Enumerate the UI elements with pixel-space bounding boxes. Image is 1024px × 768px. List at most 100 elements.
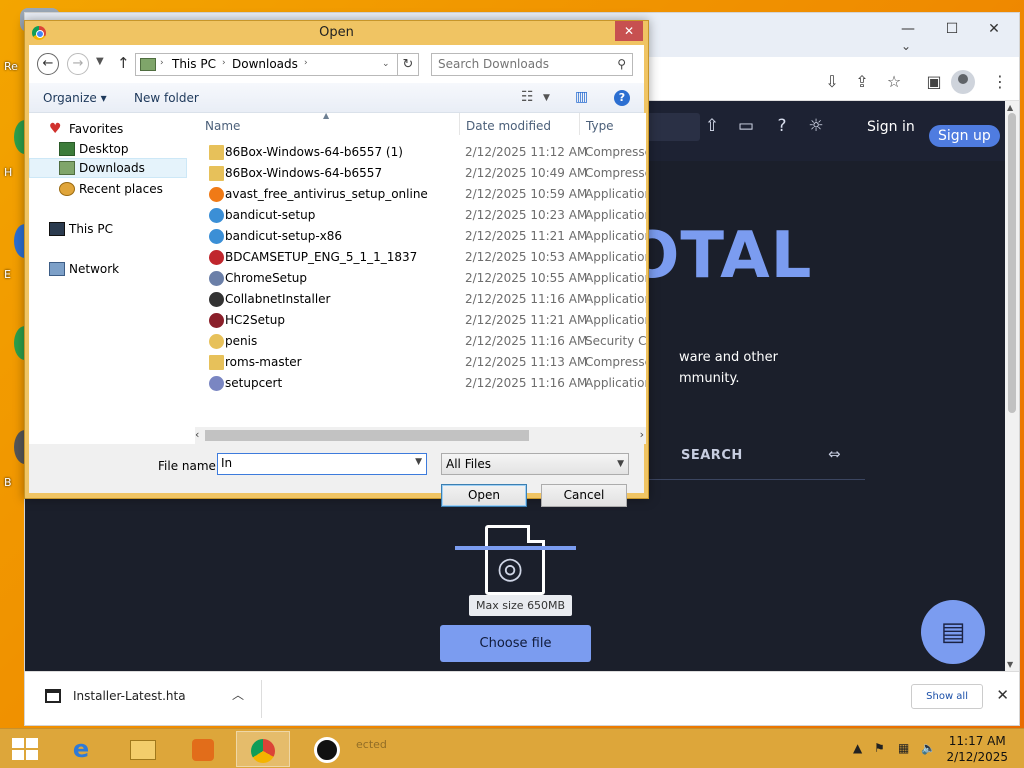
network-tray-icon[interactable]: ▦ bbox=[898, 741, 909, 755]
horizontal-scrollbar[interactable]: ‹ › bbox=[195, 427, 646, 444]
share-icon[interactable]: ⇪ bbox=[851, 71, 873, 93]
action-center-flag-icon[interactable]: ⚑ bbox=[874, 741, 885, 755]
chrome-taskbar-icon[interactable] bbox=[236, 731, 290, 767]
view-chevron-down-icon[interactable]: ▼ bbox=[543, 93, 550, 103]
windows-start-icon[interactable] bbox=[12, 738, 38, 760]
column-separator[interactable] bbox=[579, 113, 580, 135]
close-icon[interactable]: ✕ bbox=[996, 686, 1009, 704]
side-panel-icon[interactable]: ▣ bbox=[923, 71, 945, 93]
file-explorer-icon[interactable] bbox=[116, 731, 170, 767]
tab-search-chevron-icon[interactable]: ⌄ bbox=[901, 39, 911, 53]
nav-this-pc[interactable]: This PC bbox=[29, 219, 187, 239]
up-arrow-icon[interactable]: ↑ bbox=[117, 54, 130, 72]
recent-locations-chevron-icon[interactable]: ▼ bbox=[96, 56, 104, 67]
scroll-left-icon[interactable]: ‹ bbox=[195, 428, 199, 441]
system-clock[interactable]: 11:17 AM 2/12/2025 bbox=[946, 733, 1008, 765]
theme-sun-icon[interactable]: ☼ bbox=[805, 115, 827, 137]
choose-file-button[interactable]: Choose file bbox=[440, 625, 591, 662]
dialog-titlebar[interactable]: Open ✕ bbox=[25, 21, 648, 45]
file-row[interactable]: CollabnetInstaller 2/12/2025 11:16 AM Appl… bbox=[199, 289, 646, 310]
media-player-icon[interactable] bbox=[176, 731, 230, 767]
file-row[interactable]: penis 2/12/2025 11:16 AMSecurity Ce bbox=[199, 331, 646, 352]
file-date: 2/12/2025 10:49 AM bbox=[465, 166, 588, 180]
download-file-name[interactable]: Installer-Latest.hta bbox=[73, 689, 186, 703]
file-name-input[interactable] bbox=[221, 456, 401, 470]
file-row[interactable]: setupcert 2/12/2025 11:16 AM Application bbox=[199, 373, 646, 394]
file-date: 2/12/2025 11:21 AM bbox=[465, 313, 588, 327]
chat-notification-icon[interactable]: ▭ bbox=[735, 115, 757, 137]
column-header-date[interactable]: Date modified bbox=[466, 119, 551, 133]
file-row[interactable]: bandicut-setup 2/12/2025 10:23 AM Applicat… bbox=[199, 205, 646, 226]
file-row[interactable]: BDCAMSETUP_ENG_5_1_1_1837 2/12/2025 10:53… bbox=[199, 247, 646, 268]
upload-icon[interactable]: ⇧ bbox=[701, 115, 723, 137]
new-folder-button[interactable]: New folder bbox=[134, 91, 199, 105]
chevron-up-icon[interactable]: ︿ bbox=[232, 686, 244, 703]
breadcrumb-separator[interactable]: › bbox=[304, 58, 308, 68]
breadcrumb-this-pc[interactable]: This PC bbox=[172, 57, 216, 71]
maximize-button[interactable]: ☐ bbox=[937, 21, 967, 37]
show-hidden-icons-chevron-icon[interactable]: ▲ bbox=[853, 741, 862, 755]
column-header-type[interactable]: Type bbox=[586, 119, 614, 133]
help-icon[interactable]: ? bbox=[614, 90, 630, 106]
minimize-button[interactable]: — bbox=[893, 21, 923, 37]
back-arrow-icon[interactable]: ← bbox=[37, 53, 59, 75]
chrome-menu-icon[interactable]: ⋮ bbox=[989, 71, 1011, 93]
sign-in-link[interactable]: Sign in bbox=[867, 119, 915, 135]
setup-icon bbox=[209, 376, 224, 391]
show-all-button[interactable]: Show all bbox=[911, 684, 983, 709]
file-name-chevron-down-icon[interactable]: ▼ bbox=[415, 457, 422, 467]
file-type: Compressed bbox=[585, 166, 646, 180]
nav-recent-places[interactable]: Recent places bbox=[29, 179, 187, 199]
recorder-icon[interactable] bbox=[300, 731, 354, 767]
scrollbar-thumb[interactable] bbox=[205, 430, 529, 441]
breadcrumb-separator[interactable]: › bbox=[222, 58, 226, 68]
nav-desktop[interactable]: Desktop bbox=[29, 139, 187, 159]
volume-muted-icon[interactable]: 🔈 bbox=[921, 741, 936, 755]
scrollbar-thumb[interactable] bbox=[1008, 113, 1016, 413]
search-input[interactable] bbox=[438, 57, 608, 71]
close-button[interactable]: ✕ bbox=[979, 21, 1009, 37]
chat-icon[interactable]: ▤ bbox=[921, 600, 985, 664]
nav-downloads[interactable]: Downloads bbox=[29, 158, 187, 178]
open-button[interactable]: Open bbox=[441, 484, 527, 507]
file-row[interactable]: ChromeSetup 2/12/2025 10:55 AM Application bbox=[199, 268, 646, 289]
scroll-down-icon[interactable]: ▼ bbox=[1007, 660, 1013, 669]
view-options-icon[interactable]: ☷ bbox=[521, 89, 534, 105]
forward-arrow-icon[interactable]: → bbox=[67, 53, 89, 75]
install-app-icon[interactable]: ⇩ bbox=[821, 71, 843, 93]
file-name-combo[interactable]: ▼ bbox=[217, 453, 427, 475]
nav-network[interactable]: Network bbox=[29, 259, 187, 279]
file-row[interactable]: 86Box-Windows-64-b6557 2/12/2025 10:49 AM… bbox=[199, 163, 646, 184]
help-icon[interactable]: ? bbox=[771, 115, 793, 137]
scroll-up-icon[interactable]: ▲ bbox=[1007, 103, 1013, 112]
file-row[interactable]: bandicut-setup-x86 2/12/2025 11:21 AM Appl… bbox=[199, 226, 646, 247]
tab-search[interactable]: SEARCH bbox=[681, 448, 743, 463]
profile-avatar-icon[interactable] bbox=[951, 70, 975, 94]
preview-pane-icon[interactable]: ▥ bbox=[575, 89, 588, 105]
scroll-right-icon[interactable]: › bbox=[640, 428, 644, 441]
file-type-select[interactable]: All Files ▼ bbox=[441, 453, 629, 475]
file-row[interactable]: roms-master 2/12/2025 11:13 AMCompressed bbox=[199, 352, 646, 373]
sign-up-button[interactable]: Sign up bbox=[929, 125, 1000, 147]
dialog-close-button[interactable]: ✕ bbox=[615, 21, 643, 41]
column-separator[interactable] bbox=[459, 113, 460, 135]
bdcam-icon bbox=[209, 250, 224, 265]
organize-menu[interactable]: Organize ▾ bbox=[43, 91, 107, 105]
cancel-button[interactable]: Cancel bbox=[541, 484, 627, 507]
column-header-name[interactable]: Name bbox=[205, 119, 240, 133]
address-history-chevron-icon[interactable]: ⌄ bbox=[382, 59, 390, 69]
refresh-icon[interactable]: ↻ bbox=[397, 53, 419, 76]
file-type-chevron-down-icon[interactable]: ▼ bbox=[617, 454, 624, 474]
nav-favorites[interactable]: ♥ Favorites bbox=[29, 119, 187, 139]
bookmark-star-icon[interactable]: ☆ bbox=[883, 71, 905, 93]
tab-other-icon[interactable]: ⇔ bbox=[828, 445, 841, 463]
address-bar[interactable]: › This PC › Downloads › ⌄ bbox=[135, 53, 419, 76]
internet-explorer-icon[interactable]: e bbox=[54, 731, 108, 767]
file-row[interactable]: avast_free_antivirus_setup_online 2/12/20… bbox=[199, 184, 646, 205]
breadcrumb-downloads[interactable]: Downloads bbox=[232, 57, 298, 71]
file-row[interactable]: HC2Setup 2/12/2025 11:21 AM Application bbox=[199, 310, 646, 331]
search-box[interactable]: ⚲ bbox=[431, 53, 633, 76]
bandicut-icon bbox=[209, 208, 224, 223]
file-row[interactable]: 86Box-Windows-64-b6557 (1) 2/12/2025 11:1… bbox=[199, 142, 646, 163]
page-scrollbar[interactable]: ▲ ▼ bbox=[1005, 101, 1019, 671]
